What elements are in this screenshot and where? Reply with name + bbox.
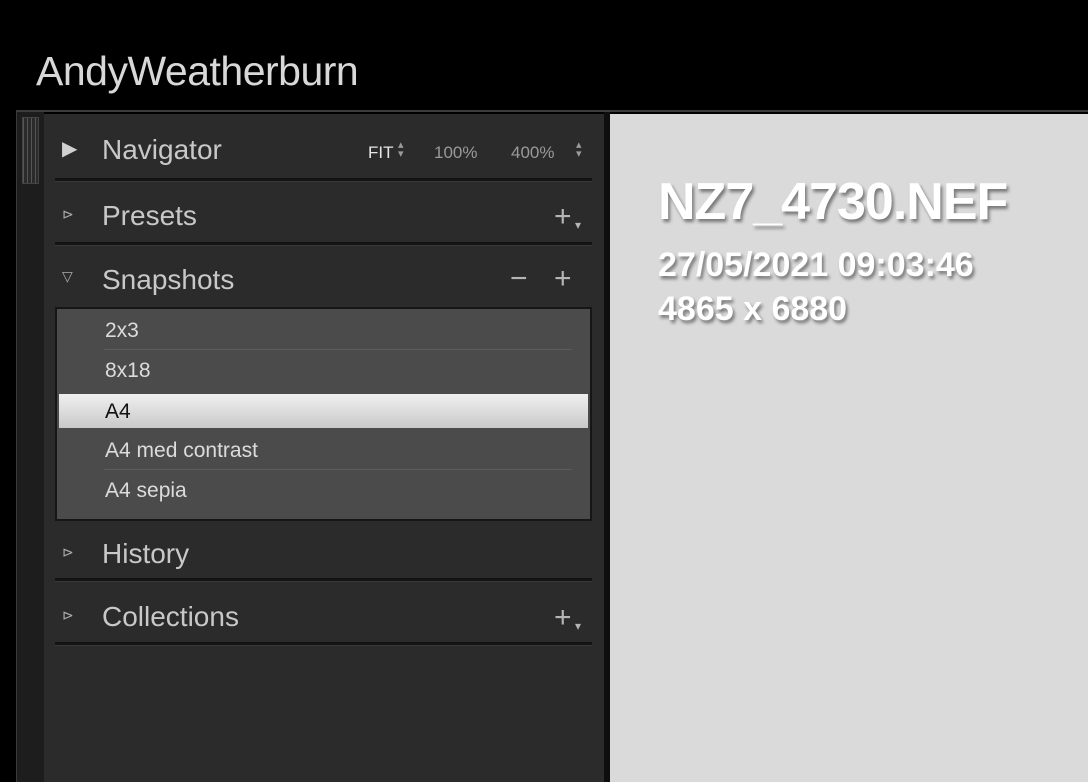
expanded-triangle-icon[interactable]: ▶ (62, 136, 77, 161)
snapshot-label: 8x18 (105, 359, 151, 382)
snapshot-label: 2x3 (105, 319, 139, 342)
panel-collapse-grip-icon[interactable] (22, 117, 39, 184)
snapshot-list: 2x3 8x18 A4 A4 med contrast A4 sepia (55, 307, 592, 521)
identity-plate[interactable]: AndyWeatherburn (36, 48, 359, 95)
presets-header[interactable]: ⊳ Presets + ▾ (44, 186, 604, 248)
history-divider (55, 578, 592, 582)
left-panel: ▶ Navigator FIT ▴ ▾ 100% 400% ▴ ▾ ⊳ Preset… (44, 114, 604, 782)
collections-divider (55, 642, 592, 646)
snapshot-item[interactable]: 2x3 (59, 313, 588, 350)
snapshot-item[interactable]: A4 med contrast (59, 433, 588, 470)
snapshot-separator (104, 469, 572, 470)
history-title: History (102, 538, 190, 569)
snapshots-header[interactable]: ▽ Snapshots − + (44, 250, 604, 312)
navigator-header[interactable]: ▶ Navigator FIT ▴ ▾ 100% 400% ▴ ▾ (44, 120, 604, 182)
snapshots-title: Snapshots (102, 264, 235, 295)
history-header[interactable]: ⊳ History (44, 524, 604, 586)
snapshot-label: A4 (105, 400, 131, 423)
info-file-name: NZ7_4730.NEF (658, 173, 1008, 231)
presets-title: Presets (102, 200, 197, 231)
navigator-divider (55, 178, 592, 182)
expanded-triangle-icon[interactable]: ▽ (62, 268, 73, 285)
snapshot-item[interactable]: 8x18 (59, 353, 588, 387)
add-preset-icon[interactable]: + (554, 202, 572, 232)
add-snapshot-icon[interactable]: + (554, 264, 572, 294)
presets-divider (55, 242, 592, 246)
zoom-400[interactable]: 400% (511, 143, 554, 163)
snapshot-item-selected[interactable]: A4 (59, 394, 588, 428)
info-capture-datetime: 27/05/2021 09:03:46 (658, 246, 974, 284)
add-collection-menu-icon[interactable]: ▾ (575, 619, 581, 633)
collections-title: Collections (102, 601, 239, 632)
collapsed-triangle-icon[interactable]: ⊳ (62, 544, 74, 561)
navigator-title: Navigator (102, 134, 222, 165)
top-divider (16, 110, 1088, 112)
collections-header[interactable]: ⊳ Collections + ▾ (44, 587, 604, 649)
snapshot-separator (104, 349, 572, 350)
add-preset-menu-icon[interactable]: ▾ (575, 218, 581, 232)
zoom-fit[interactable]: FIT (368, 143, 394, 163)
zoom-fit-stepper-icon[interactable]: ▴ ▾ (398, 140, 404, 160)
zoom-100[interactable]: 100% (434, 143, 477, 163)
add-collection-icon[interactable]: + (554, 603, 572, 633)
left-panel-edge[interactable] (16, 112, 44, 782)
snapshot-label: A4 sepia (105, 479, 187, 502)
collapsed-triangle-icon[interactable]: ⊳ (62, 206, 74, 223)
zoom-400-stepper-icon[interactable]: ▴ ▾ (576, 140, 582, 160)
info-dimensions: 4865 x 6880 (658, 290, 848, 328)
snapshot-item[interactable]: A4 sepia (59, 473, 588, 507)
snapshot-label: A4 med contrast (105, 439, 258, 462)
remove-snapshot-icon[interactable]: − (510, 264, 528, 294)
collapsed-triangle-icon[interactable]: ⊳ (62, 607, 74, 624)
identity-plate-bar: AndyWeatherburn (0, 0, 1088, 110)
